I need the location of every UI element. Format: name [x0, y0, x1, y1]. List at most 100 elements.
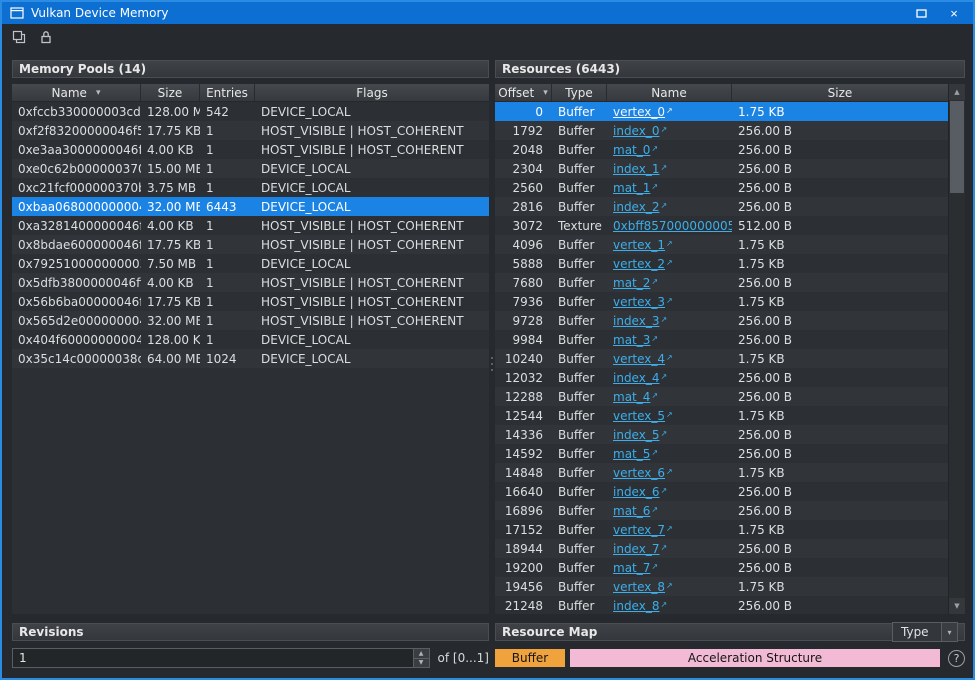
column-label: Flags — [356, 86, 387, 100]
memory-pool-row[interactable]: 0xe0c62b000000370715.00 MB1DEVICE_LOCAL — [12, 159, 489, 178]
memory-pool-row[interactable]: 0xa3281400000046fb4.00 KB1HOST_VISIBLE |… — [12, 216, 489, 235]
memory-pool-row[interactable]: 0xbaa068000000004d32.00 MB6443DEVICE_LOC… — [12, 197, 489, 216]
memory-pool-row[interactable]: 0x565d2e000000004b32.00 MB1HOST_VISIBLE … — [12, 311, 489, 330]
column-header-name[interactable]: Name — [607, 84, 732, 101]
column-header-entries[interactable]: Entries — [200, 84, 255, 101]
resource-link[interactable]: mat_6 — [613, 504, 650, 518]
resource-link[interactable]: vertex_0 — [613, 105, 665, 119]
type-filter-dropdown[interactable]: Type ▾ — [892, 622, 958, 642]
scrollbar-thumb[interactable] — [950, 101, 964, 193]
resource-link[interactable]: index_5 — [613, 428, 659, 442]
resource-row[interactable]: 2048Buffermat_0↗256.00 B — [495, 140, 948, 159]
column-header-size[interactable]: Size — [141, 84, 200, 101]
resource-link[interactable]: index_6 — [613, 485, 659, 499]
legend-acceleration-structure[interactable]: Acceleration Structure — [570, 649, 940, 667]
resource-link[interactable]: index_2 — [613, 200, 659, 214]
resource-row[interactable]: 10240Buffervertex_4↗1.75 KB — [495, 349, 948, 368]
column-header-name[interactable]: Name ▾ — [12, 84, 141, 101]
resource-link[interactable]: mat_7 — [613, 561, 650, 575]
float-window-button[interactable] — [908, 4, 934, 22]
resource-link[interactable]: vertex_4 — [613, 352, 665, 366]
scroll-up-button[interactable]: ▲ — [949, 84, 965, 100]
resource-link[interactable]: mat_1 — [613, 181, 650, 195]
resource-row[interactable]: 12544Buffervertex_5↗1.75 KB — [495, 406, 948, 425]
resource-row[interactable]: 5888Buffervertex_2↗1.75 KB — [495, 254, 948, 273]
resource-link[interactable]: vertex_8 — [613, 580, 665, 594]
memory-pool-row[interactable]: 0x404f600000000045128.00 KB1DEVICE_LOCAL — [12, 330, 489, 349]
resource-row[interactable]: 14592Buffermat_5↗256.00 B — [495, 444, 948, 463]
resource-link[interactable]: mat_4 — [613, 390, 650, 404]
resource-link[interactable]: index_0 — [613, 124, 659, 138]
resource-link[interactable]: index_3 — [613, 314, 659, 328]
resource-row[interactable]: 4096Buffervertex_1↗1.75 KB — [495, 235, 948, 254]
resource-row[interactable]: 18944Bufferindex_7↗256.00 B — [495, 539, 948, 558]
resource-link[interactable]: vertex_2 — [613, 257, 665, 271]
resource-row[interactable]: 19200Buffermat_7↗256.00 B — [495, 558, 948, 577]
spin-down-button[interactable]: ▼ — [414, 659, 429, 668]
help-button[interactable]: ? — [948, 650, 965, 667]
resource-row[interactable]: 12288Buffermat_4↗256.00 B — [495, 387, 948, 406]
resource-link[interactable]: vertex_3 — [613, 295, 665, 309]
resource-row[interactable]: 19456Buffervertex_8↗1.75 KB — [495, 577, 948, 596]
resource-link[interactable]: 0xbff8570000000052 — [613, 219, 732, 233]
memory-pool-row[interactable]: 0xe3aa3000000046f74.00 KB1HOST_VISIBLE |… — [12, 140, 489, 159]
resource-link[interactable]: mat_5 — [613, 447, 650, 461]
resource-row[interactable]: 14336Bufferindex_5↗256.00 B — [495, 425, 948, 444]
column-header-offset[interactable]: Offset ▾ — [495, 84, 552, 101]
resource-link[interactable]: mat_2 — [613, 276, 650, 290]
memory-pool-row[interactable]: 0xf2f83200000046f517.75 KB1HOST_VISIBLE … — [12, 121, 489, 140]
resource-row[interactable]: 3072Texture0xbff8570000000052↗512.00 B — [495, 216, 948, 235]
memory-pool-row[interactable]: 0xc21fcf000000370b3.75 MB1DEVICE_LOCAL — [12, 178, 489, 197]
resource-row[interactable]: 21248Bufferindex_8↗256.00 B — [495, 596, 948, 614]
resource-link[interactable]: vertex_5 — [613, 409, 665, 423]
resource-link[interactable]: mat_3 — [613, 333, 650, 347]
resource-link[interactable]: vertex_7 — [613, 523, 665, 537]
resource-row[interactable]: 2816Bufferindex_2↗256.00 B — [495, 197, 948, 216]
vertical-scrollbar[interactable]: ▲ ▼ — [948, 84, 965, 614]
cell-size: 17.75 KB — [141, 238, 200, 252]
resource-link[interactable]: index_8 — [613, 599, 659, 613]
memory-pool-row[interactable]: 0x56b6ba00000046fd17.75 KB1HOST_VISIBLE … — [12, 292, 489, 311]
revision-spinbox[interactable]: 1 ▲ ▼ — [12, 648, 430, 668]
column-header-type[interactable]: Type — [552, 84, 607, 101]
resource-row[interactable]: 9984Buffermat_3↗256.00 B — [495, 330, 948, 349]
spin-up-button[interactable]: ▲ — [414, 649, 429, 659]
resource-row[interactable]: 17152Buffervertex_7↗1.75 KB — [495, 520, 948, 539]
cell-flags: DEVICE_LOCAL — [255, 200, 489, 214]
resource-row[interactable]: 16640Bufferindex_6↗256.00 B — [495, 482, 948, 501]
copy-button[interactable] — [7, 26, 31, 48]
resource-row[interactable]: 7680Buffermat_2↗256.00 B — [495, 273, 948, 292]
titlebar[interactable]: Vulkan Device Memory × — [2, 2, 973, 24]
scroll-down-button[interactable]: ▼ — [949, 598, 965, 614]
cell-entries: 1 — [200, 238, 255, 252]
memory-pool-row[interactable]: 0x5dfb3800000046ff4.00 KB1HOST_VISIBLE |… — [12, 273, 489, 292]
resource-link[interactable]: index_4 — [613, 371, 659, 385]
resource-row[interactable]: 14848Buffervertex_6↗1.75 KB — [495, 463, 948, 482]
resource-link[interactable]: mat_0 — [613, 143, 650, 157]
memory-pool-row[interactable]: 0x35c14c00000038d164.00 MB1024DEVICE_LOC… — [12, 349, 489, 368]
resource-link[interactable]: index_7 — [613, 542, 659, 556]
scrollbar-track[interactable] — [949, 100, 965, 598]
resource-row[interactable]: 2560Buffermat_1↗256.00 B — [495, 178, 948, 197]
lock-button[interactable] — [34, 26, 58, 48]
cell-name: vertex_1↗ — [607, 238, 732, 252]
memory-pool-row[interactable]: 0x8bdae600000046f917.75 KB1HOST_VISIBLE … — [12, 235, 489, 254]
resource-row[interactable]: 12032Bufferindex_4↗256.00 B — [495, 368, 948, 387]
resource-row[interactable]: 0Buffervertex_0↗1.75 KB — [495, 102, 948, 121]
resource-row[interactable]: 7936Buffervertex_3↗1.75 KB — [495, 292, 948, 311]
resource-row[interactable]: 1792Bufferindex_0↗256.00 B — [495, 121, 948, 140]
resource-link[interactable]: vertex_6 — [613, 466, 665, 480]
resource-link[interactable]: index_1 — [613, 162, 659, 176]
revision-value: 1 — [13, 649, 413, 667]
column-header-size[interactable]: Size — [732, 84, 948, 101]
close-button[interactable]: × — [941, 4, 967, 22]
column-label: Name — [52, 86, 87, 100]
resource-row[interactable]: 16896Buffermat_6↗256.00 B — [495, 501, 948, 520]
resource-row[interactable]: 9728Bufferindex_3↗256.00 B — [495, 311, 948, 330]
resource-row[interactable]: 2304Bufferindex_1↗256.00 B — [495, 159, 948, 178]
memory-pool-row[interactable]: 0x79251000000000357.50 MB1DEVICE_LOCAL — [12, 254, 489, 273]
resource-link[interactable]: vertex_1 — [613, 238, 665, 252]
column-header-flags[interactable]: Flags — [255, 84, 489, 101]
memory-pool-row[interactable]: 0xfccb330000003cd2128.00 MB542DEVICE_LOC… — [12, 102, 489, 121]
legend-buffer[interactable]: Buffer — [495, 649, 565, 667]
